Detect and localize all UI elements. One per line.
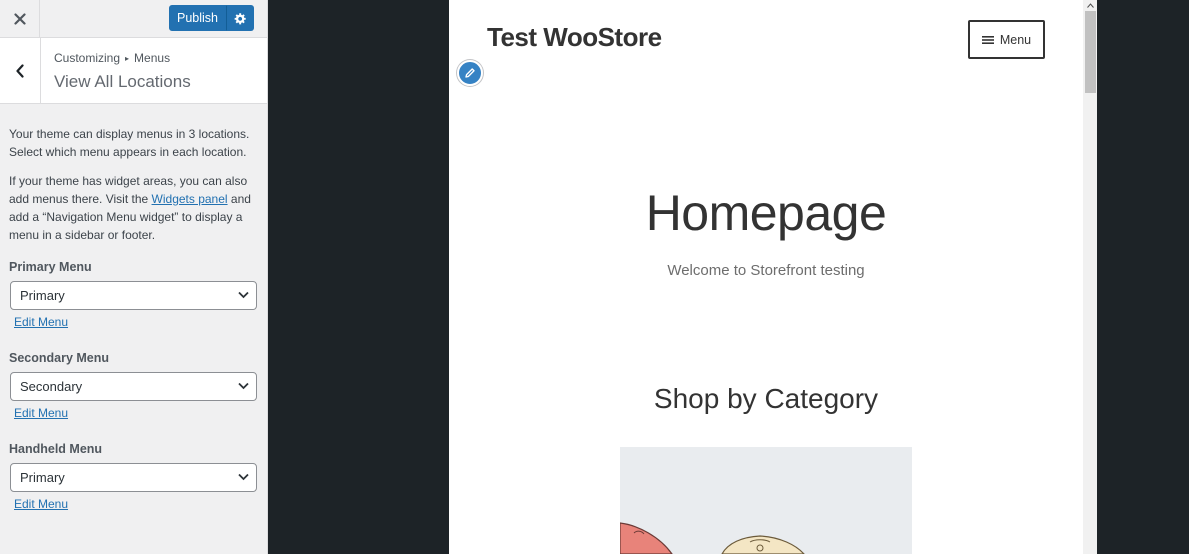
handheld-menu-edit-link[interactable]: Edit Menu (14, 497, 68, 511)
secondary-menu-label: Secondary Menu (9, 351, 110, 365)
scrollbar-thumb[interactable] (1085, 11, 1096, 93)
publish-button[interactable]: Publish (169, 5, 226, 31)
chevron-down-icon (238, 382, 249, 390)
close-icon (13, 12, 26, 25)
shop-by-category-heading: Shop by Category (653, 383, 879, 414)
back-button[interactable] (0, 38, 41, 103)
locations-description: Your theme can display menus in 3 locati… (9, 127, 250, 159)
widgets-description: If your theme has widget areas, you can … (9, 172, 259, 244)
chevron-down-icon (238, 473, 249, 481)
gear-icon (234, 12, 246, 24)
menu-toggle-label: Menu (999, 32, 1032, 47)
pencil-icon (465, 68, 475, 78)
site-title[interactable]: Test WooStore (487, 22, 662, 53)
handheld-menu-select[interactable]: Primary (10, 463, 257, 492)
primary-menu-label: Primary Menu (9, 260, 92, 274)
section-description: Your theme can display menus in 3 locati… (9, 104, 259, 244)
secondary-menu-edit-link[interactable]: Edit Menu (14, 406, 68, 420)
handheld-menu-selected-value: Primary (20, 470, 65, 485)
page-subtitle: Welcome to Storefront testing (667, 262, 865, 279)
secondary-menu-select[interactable]: Secondary (10, 372, 257, 401)
section-header: Customizing ▸ Menus View All Locations (0, 38, 267, 104)
secondary-menu-selected-value: Secondary (20, 379, 83, 394)
menu-toggle-button[interactable]: Menu (968, 20, 1045, 59)
preview-scrollbar[interactable] (1083, 0, 1097, 554)
category-image[interactable] (620, 447, 912, 554)
chevron-down-icon (238, 291, 249, 299)
page-title: Homepage (645, 185, 887, 241)
section-title: View All Locations (54, 72, 191, 91)
site-preview[interactable]: Test WooStore Menu Homepage Welcome to S… (449, 0, 1083, 554)
edit-menu-shortcut-button[interactable] (457, 60, 483, 86)
customizer-header-actions: Publish (0, 0, 267, 38)
breadcrumb-parent: Customizing (54, 51, 121, 65)
chevron-left-icon (16, 63, 24, 78)
handheld-menu-label: Handheld Menu (9, 442, 103, 456)
customizer-sidebar: Publish Customizing ▸ Menus View All Locat… (0, 0, 268, 554)
publish-button-group: Publish (169, 5, 254, 31)
hamburger-icon (981, 35, 994, 44)
widgets-panel-link[interactable]: Widgets panel (152, 192, 228, 206)
primary-menu-edit-link[interactable]: Edit Menu (14, 315, 68, 329)
primary-menu-selected-value: Primary (20, 288, 65, 303)
category-illustration (620, 522, 805, 554)
primary-menu-select[interactable]: Primary (10, 281, 257, 310)
close-customizer-button[interactable] (0, 0, 40, 37)
breadcrumb-separator: ▸ (125, 54, 130, 63)
breadcrumb: Customizing ▸ Menus (54, 51, 170, 65)
publish-settings-button[interactable] (226, 5, 254, 31)
breadcrumb-current: Menus (134, 51, 171, 65)
scroll-up-arrow-icon[interactable] (1083, 0, 1097, 10)
